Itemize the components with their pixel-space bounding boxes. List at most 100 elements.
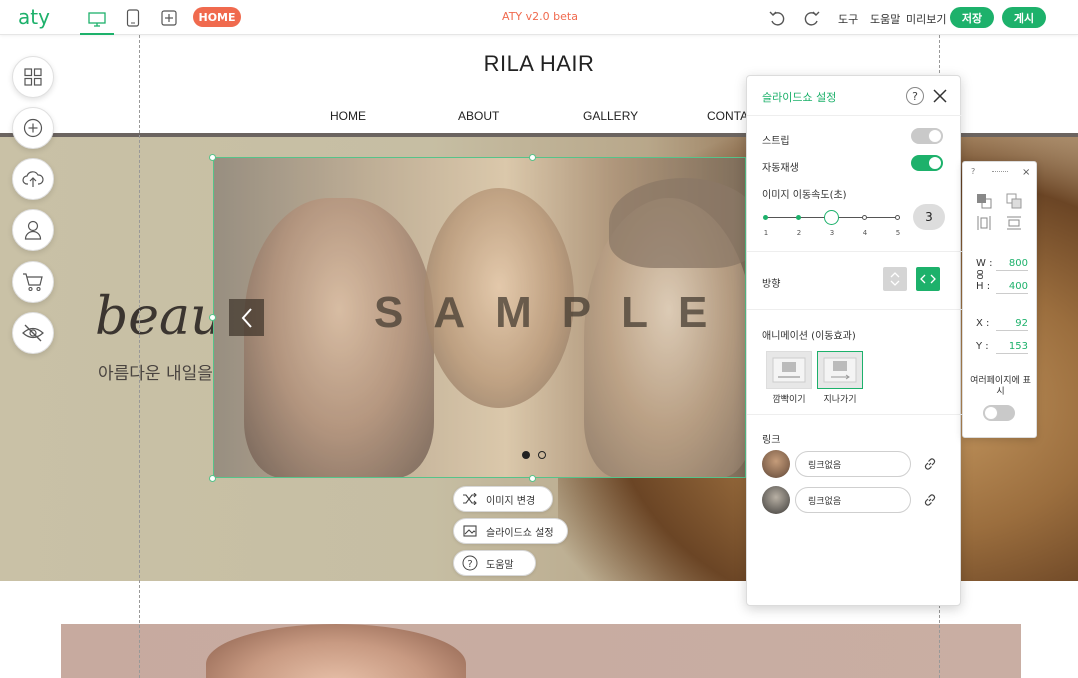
- rail-upload-button[interactable]: [12, 158, 54, 200]
- home-button[interactable]: HOME: [193, 7, 241, 27]
- image-placeholder-icon: [772, 357, 806, 383]
- lower-photo-face: [206, 624, 466, 678]
- tablet-icon: [126, 9, 140, 27]
- speed-step-label: 2: [796, 229, 802, 237]
- top-toolbar: aty HOME ATY v2.0 beta 도구 도움말 미리보기 저장 게시: [0, 0, 1078, 35]
- send-backward-button[interactable]: [1005, 192, 1023, 210]
- slideshow-settings-button[interactable]: 슬라이드쇼 설정: [453, 518, 568, 544]
- slide-link-input-1[interactable]: 링크없음: [795, 451, 911, 477]
- guide-line-left: [139, 35, 140, 678]
- x-position-input[interactable]: 92: [996, 318, 1028, 331]
- logo[interactable]: aty: [18, 5, 50, 29]
- mini-close-button[interactable]: ×: [1022, 167, 1030, 178]
- align-vertical-button[interactable]: [975, 214, 993, 232]
- widget-help-label: 도움말: [486, 559, 514, 571]
- resize-handle-bottom[interactable]: [529, 475, 536, 482]
- plus-square-icon: [161, 10, 177, 26]
- width-input[interactable]: 800: [996, 258, 1028, 271]
- editor-root: aty HOME ATY v2.0 beta 도구 도움말 미리보기 저장 게시…: [0, 0, 1078, 678]
- resize-handle-left[interactable]: [209, 314, 216, 321]
- align-horizontal-icon: [1007, 216, 1021, 230]
- slide-link-input-2[interactable]: 링크없음: [795, 487, 911, 513]
- height-input[interactable]: 400: [996, 281, 1028, 294]
- autoplay-toggle[interactable]: [911, 155, 943, 171]
- multi-page-label: 여러페이지에 표시: [970, 376, 1031, 397]
- resize-handle-top[interactable]: [529, 154, 536, 161]
- rail-account-button[interactable]: [12, 209, 54, 251]
- change-image-button[interactable]: 이미지 변경: [453, 486, 553, 512]
- send-backward-icon: [1006, 193, 1022, 209]
- site-title[interactable]: RILA HAIR: [439, 51, 639, 77]
- panel-help-button[interactable]: ?: [906, 87, 924, 105]
- x-label: X :: [976, 318, 990, 329]
- tools-menu[interactable]: 도구: [838, 11, 858, 27]
- aspect-lock-icon[interactable]: [977, 270, 983, 281]
- speed-step-5[interactable]: [895, 215, 900, 220]
- lower-section-image[interactable]: [61, 624, 1021, 678]
- tablet-view-button[interactable]: [116, 6, 150, 30]
- y-label: Y :: [976, 341, 989, 352]
- cart-icon: [23, 273, 43, 292]
- link-button-2[interactable]: [922, 492, 938, 508]
- speed-step-1[interactable]: [763, 215, 768, 220]
- plus-circle-icon: [23, 118, 43, 138]
- slide-thumbnail-2: [762, 486, 790, 514]
- slide-thumbnail-1: [762, 450, 790, 478]
- slide-dot-2[interactable]: [538, 451, 546, 459]
- preview-button[interactable]: 미리보기: [906, 11, 946, 27]
- strip-label: 스트립: [762, 136, 790, 147]
- animation-option-label: 지나가기: [823, 395, 857, 405]
- height-label: H :: [976, 281, 991, 292]
- rail-shop-button[interactable]: [12, 261, 54, 303]
- direction-vertical-button[interactable]: [883, 267, 907, 291]
- desktop-view-button[interactable]: [80, 6, 114, 35]
- add-page-button[interactable]: [152, 6, 186, 30]
- hero-subtitle[interactable]: 아름다운 내일을: [98, 359, 213, 384]
- publish-button[interactable]: 게시: [1002, 7, 1046, 28]
- help-menu[interactable]: 도움말: [870, 11, 900, 27]
- panel-close-button[interactable]: [931, 87, 949, 105]
- width-label: W :: [976, 258, 993, 269]
- multi-page-toggle[interactable]: [983, 405, 1015, 421]
- link-button-1[interactable]: [922, 456, 938, 472]
- panel-header: 슬라이드쇼 설정 ?: [747, 76, 962, 116]
- direction-horizontal-button[interactable]: [916, 267, 940, 291]
- save-button[interactable]: 저장: [950, 7, 994, 28]
- rail-hide-button[interactable]: [12, 312, 54, 354]
- speed-value[interactable]: 3: [913, 204, 945, 230]
- nav-item-gallery[interactable]: GALLERY: [583, 109, 638, 123]
- drag-handle[interactable]: [992, 171, 1008, 173]
- slide-dot-1[interactable]: [522, 451, 530, 459]
- y-position-input[interactable]: 153: [996, 341, 1028, 354]
- widget-help-button[interactable]: ? 도움말: [453, 550, 536, 576]
- resize-handle-bottom-left[interactable]: [209, 475, 216, 482]
- size-position-panel: ? × W : 800 H : 400 X : 92 Y : 153 여러페이지…: [962, 161, 1037, 438]
- strip-toggle[interactable]: [911, 128, 943, 144]
- speed-step-4[interactable]: [862, 215, 867, 220]
- animation-option-fade[interactable]: [766, 351, 812, 389]
- slideshow-settings-panel: 슬라이드쇼 설정 ? 스트립 자동재생 이미지 이동속도(초) 1 2 3 4 …: [746, 75, 962, 606]
- nav-item-about[interactable]: ABOUT: [458, 109, 499, 123]
- redo-icon: [804, 11, 820, 26]
- animation-option-slide[interactable]: [817, 351, 863, 389]
- bring-forward-button[interactable]: [975, 192, 993, 210]
- nav-item-home[interactable]: HOME: [330, 109, 366, 123]
- speed-step-2[interactable]: [796, 215, 801, 220]
- shuffle-icon: [454, 493, 486, 505]
- grid-icon: [24, 68, 42, 86]
- eye-off-icon: [22, 324, 44, 342]
- mini-help-button[interactable]: ?: [971, 167, 975, 176]
- question-icon: ?: [454, 555, 486, 571]
- rail-add-button[interactable]: [12, 107, 54, 149]
- align-horizontal-button[interactable]: [1005, 214, 1023, 232]
- undo-button[interactable]: [766, 7, 788, 29]
- hero-script-text[interactable]: beau: [95, 287, 224, 347]
- rail-layout-button[interactable]: [12, 56, 54, 98]
- resize-handle-top-left[interactable]: [209, 154, 216, 161]
- speed-slider-thumb[interactable]: [824, 210, 839, 225]
- slideshow-widget[interactable]: SAMPLE: [213, 157, 746, 478]
- undo-icon: [769, 11, 785, 26]
- user-icon: [24, 220, 42, 240]
- redo-button[interactable]: [801, 7, 823, 29]
- slide-prev-button[interactable]: [229, 299, 264, 336]
